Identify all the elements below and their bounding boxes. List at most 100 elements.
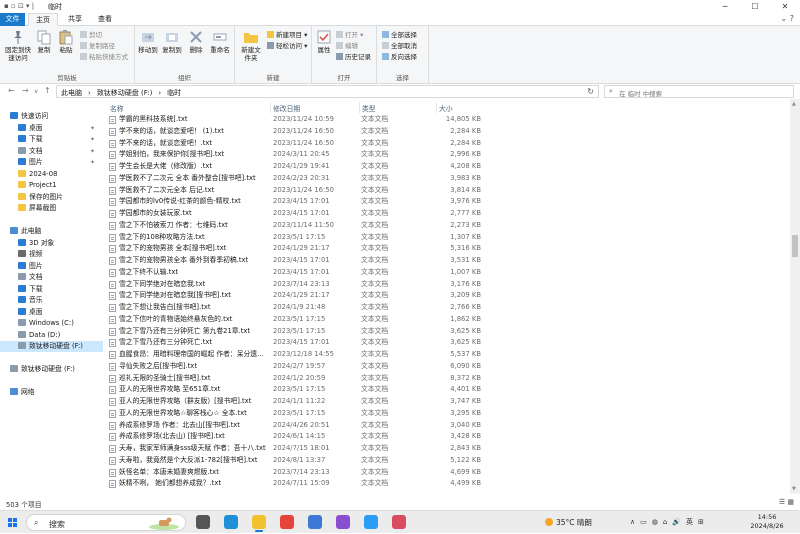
clock[interactable]: 14:56 2024/8/26 [742,513,792,531]
nav-item[interactable]: 致钛移动硬盘 (F:) [0,364,103,375]
photo-app-icon[interactable] [392,515,406,529]
nav-item[interactable]: 文档 [0,272,103,283]
tray-icon[interactable]: 英 [686,518,693,526]
tray-icon[interactable]: 🔊 [672,518,681,526]
file-row[interactable]: 学姐别怕，我来保护你[搜书吧].txt 2024/3/11 20:45 文本文档 2,… [106,149,790,161]
file-row[interactable]: 学霸的黑科技系统[.txt 2023/11/24 10:59 文本文档 14,805 … [106,114,790,126]
breadcrumb-item[interactable]: 致钛移动硬盘 (F:) [97,89,153,97]
nav-item[interactable]: 桌面 [0,307,103,318]
column-divider[interactable] [270,102,271,113]
file-row[interactable]: 夭寿，我家军师满身sss级天赋 作者：吾十八.txt 2024/7/15 18:0… [106,443,790,455]
windows-start-icon[interactable] [8,518,18,528]
nav-item[interactable]: Windows (C:) [0,318,103,329]
nav-item[interactable]: 屏幕截图 [0,203,103,214]
history-button[interactable]: 历史记录 [336,53,371,61]
nav-item[interactable]: 图片 ✦ [0,157,103,168]
tray-icon[interactable]: ∧ [630,518,635,526]
breadcrumb-separator[interactable]: › [158,89,161,97]
breadcrumb-item[interactable]: 临时 [167,89,181,97]
refresh-icon[interactable]: ↻ [587,87,594,96]
nav-item[interactable]: 音乐 [0,295,103,306]
vertical-scrollbar[interactable]: ▲ ▼ [790,99,800,494]
file-row[interactable]: 亚人的无限世界攻略（群友版）[搜书吧].txt 2024/1/1 11:22 文本文… [106,396,790,408]
file-row[interactable]: 夭寿啦，我竟然是个大反派1-782[搜书吧].txt 2024/8/1 13:37… [106,455,790,467]
open-button[interactable]: 打开 ▾ [336,31,363,39]
column-size[interactable]: 大小 [439,103,453,113]
file-row[interactable]: 学园都市的女装玩家.txt 2023/4/15 17:01 文本文档 2,777 KB [106,208,790,220]
scrollbar-thumb[interactable] [792,235,798,257]
file-row[interactable]: 妖精不咧， 她们都想养成我？.txt 2024/7/11 15:09 文本文档 4,4… [106,478,790,490]
help-icon[interactable]: ⌄ ? [781,14,795,23]
file-row[interactable]: 养成系修罗场(北去山) [搜书吧].txt 2024/6/1 14:15 文本文档 3… [106,431,790,443]
breadcrumb-item[interactable]: 此电脑 [61,89,82,97]
easy-access-button[interactable]: 轻松访问 ▾ [267,42,307,50]
file-row[interactable]: 学生会长是大佬（修改版）.txt 2024/1/29 19:41 文本文档 4,208… [106,161,790,173]
file-row[interactable]: 雪之下的108种攻略方法.txt 2023/5/1 17:15 文本文档 1,307 … [106,232,790,244]
nav-item[interactable]: 致钛移动硬盘 (F:) [0,341,103,352]
new-item-button[interactable]: 新建项目 ▾ [267,31,307,39]
paste-shortcut-button[interactable]: 粘贴快捷方式 [80,53,128,61]
tray-icon[interactable]: ⊞ [698,518,704,526]
nav-item[interactable]: 保存的图片 [0,192,103,203]
tab-share[interactable]: 共享 [60,13,90,26]
file-row[interactable]: 雪之下同学绝对在暗恋我.txt 2023/7/14 23:13 文本文档 3,176 … [106,279,790,291]
nav-item[interactable]: 桌面 ✦ [0,123,103,134]
file-row[interactable]: 雪之下信叶的青物语始终悬灰色的.txt 2023/5/1 17:15 文本文档 1,8… [106,314,790,326]
delete-button[interactable]: 删除 [187,29,205,54]
close-icon[interactable]: ✕ [770,0,800,13]
file-row[interactable]: 巡礼无限的圣骑士[搜书吧].txt 2024/1/2 20:59 文本文档 8,372… [106,373,790,385]
recent-locations-icon[interactable]: ∨ [34,88,38,95]
nav-item[interactable]: 快速访问 [0,111,103,122]
search-input[interactable]: ⌕ 在 临时 中搜索 [604,85,794,98]
quick-access-toolbar[interactable]: ▪ ▫ ⊡ ▾ | [4,2,34,10]
copy-to-button[interactable]: 复制到 [161,29,183,54]
properties-button[interactable]: 属性 [315,29,333,54]
nav-item[interactable]: 视频 [0,249,103,260]
nav-item[interactable]: Project1 [0,180,103,191]
maximize-icon[interactable]: ☐ [740,0,770,13]
file-row[interactable]: 雪之下雪乃还有三分钟死亡 第九卷21章.txt 2023/5/1 17:15 文本文… [106,326,790,338]
up-icon[interactable]: ↑ [44,86,51,95]
minimize-icon[interactable]: ─ [710,0,740,13]
rename-button[interactable]: 重命名 [207,29,233,54]
nav-item[interactable]: 下载 ✦ [0,134,103,145]
feishu-icon[interactable] [364,515,378,529]
visual-studio-icon[interactable] [336,515,350,529]
file-row[interactable]: 雪之下的宠物男孩 全本[搜书吧].txt 2024/1/29 21:17 文本文档 5… [106,243,790,255]
tray-icon[interactable]: ▭ [640,518,647,526]
new-folder-button[interactable]: 新建文件夹 [238,29,264,62]
forward-icon[interactable]: → [22,86,29,95]
select-none-button[interactable]: 全部取消 [382,42,417,50]
column-date[interactable]: 修改日期 [273,103,300,113]
breadcrumb-separator[interactable]: › [88,89,91,97]
task-view-icon[interactable] [196,515,210,529]
taskbar-search[interactable]: ⌕ 搜索 [26,514,186,531]
file-row[interactable]: 雪之下同学绝对在暗恋我[搜书吧].txt 2024/1/29 21:17 文本文档 3… [106,290,790,302]
paste-button[interactable]: 粘贴 [56,29,76,54]
copy-button[interactable]: 复制 [34,29,54,54]
nav-item[interactable]: Data (D:) [0,330,103,341]
invert-selection-button[interactable]: 反向选择 [382,53,417,61]
large-icons-view-icon[interactable]: ▦ [787,498,794,506]
cut-button[interactable]: 剪切 [80,31,102,39]
file-row[interactable]: 养成系修罗场 作者：北去山[搜书吧].txt 2024/4/26 20:51 文本文… [106,420,790,432]
scroll-down-icon[interactable]: ▼ [792,486,796,492]
file-row[interactable]: 亚人的无限世界攻略 至651章.txt 2023/5/1 17:15 文本文档 4,4… [106,384,790,396]
file-row[interactable]: 雪之下想让我告白[搜书吧].txt 2024/1/9 21:48 文本文档 2,766… [106,302,790,314]
file-row[interactable]: 学不来的话，就谈恋爱吧！.txt 2023/11/24 16:50 文本文档 2,28… [106,138,790,150]
mail-icon[interactable] [308,515,322,529]
column-name[interactable]: 名称 [110,103,124,113]
nav-item[interactable]: 下载 [0,284,103,295]
address-bar[interactable]: 此电脑 › 致钛移动硬盘 (F:) › 临时 ↻ [56,85,599,98]
back-icon[interactable]: ← [8,86,15,95]
file-row[interactable]: 血腥食昂：用暗料理帝国的崛起 作者：呆分遗... 2023/12/18 14:55… [106,349,790,361]
tray-icon[interactable]: ◍ [652,518,658,526]
select-all-button[interactable]: 全部选择 [382,31,417,39]
column-divider[interactable] [436,102,437,113]
scroll-up-icon[interactable]: ▲ [792,101,796,107]
tab-home[interactable]: 主页 [28,13,58,26]
file-row[interactable]: 寻仙失败之后[搜书吧].txt 2024/2/7 19:57 文本文档 6,090 K… [106,361,790,373]
tab-view[interactable]: 查看 [90,13,120,26]
nav-item[interactable]: 2024-08 [0,169,103,180]
nav-item[interactable]: 文档 ✦ [0,146,103,157]
